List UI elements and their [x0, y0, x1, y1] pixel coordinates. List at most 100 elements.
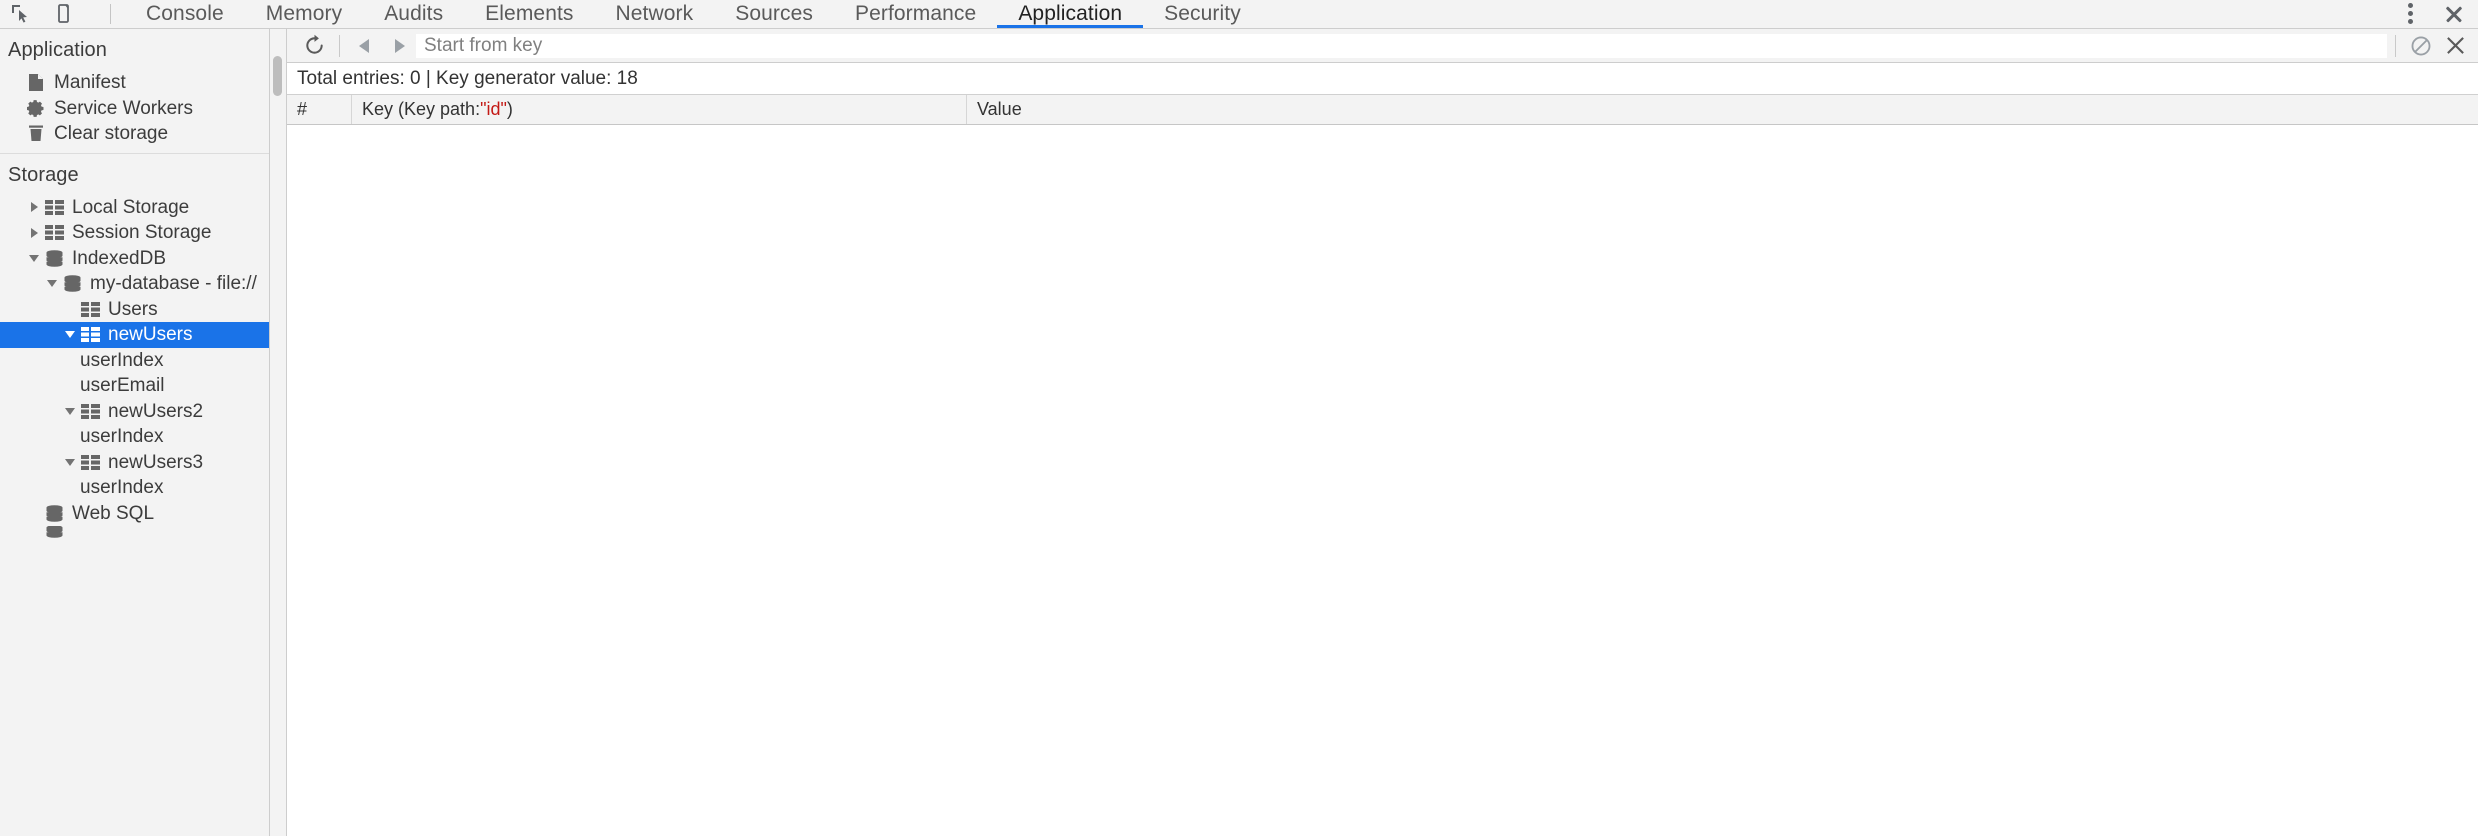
- more-options-icon[interactable]: [2405, 0, 2416, 27]
- device-toolbar-icon[interactable]: [52, 1, 78, 27]
- manifest-document-icon: [26, 74, 46, 92]
- gear-icon: [26, 99, 46, 117]
- chevron-down-icon[interactable]: [44, 276, 60, 292]
- column-header-key-prefix: Key (Key path:: [362, 99, 481, 119]
- twisty-placeholder: [62, 480, 78, 496]
- database-icon: [62, 275, 82, 293]
- sidebar-item-label: Service Workers: [54, 97, 194, 119]
- chevron-down-icon[interactable]: [62, 327, 78, 343]
- tab-performance[interactable]: Performance: [834, 0, 997, 28]
- sidebar-item-label: my-database - file://: [90, 273, 257, 295]
- table-icon: [80, 326, 100, 344]
- tab-application[interactable]: Application: [997, 0, 1144, 28]
- twisty-placeholder: [26, 526, 42, 540]
- table-icon: [80, 300, 100, 318]
- twisty-placeholder: [62, 378, 78, 394]
- sidebar-item-label: Web SQL: [72, 502, 155, 524]
- indexeddb-data-view: Total entries: 0 | Key generator value: …: [287, 29, 2478, 836]
- devtools-body: Application Manifest Service Workers Cle…: [0, 29, 2478, 836]
- twisty-placeholder: [62, 352, 78, 368]
- chevron-right-icon[interactable]: [26, 225, 42, 241]
- sidebar-item-label: newUsers: [108, 324, 193, 346]
- column-header-key-path: "id": [480, 99, 507, 119]
- sidebar-item-objectstore-users[interactable]: Users: [0, 297, 269, 323]
- column-header-value[interactable]: Value: [967, 95, 2478, 124]
- delete-selected-icon[interactable]: [2438, 31, 2472, 61]
- sidebar-item-index-userindex[interactable]: userIndex: [0, 348, 269, 374]
- column-header-key-suffix: ): [506, 99, 513, 119]
- sidebar-item-web-sql[interactable]: Web SQL: [0, 501, 269, 527]
- tab-memory[interactable]: Memory: [245, 0, 363, 28]
- tab-audits[interactable]: Audits: [363, 0, 464, 28]
- chevron-down-icon[interactable]: [26, 250, 42, 266]
- sidebar-item-label: userIndex: [80, 426, 164, 448]
- table-icon: [44, 198, 64, 216]
- column-header-key[interactable]: Key (Key path: "id"): [352, 95, 967, 124]
- tab-security[interactable]: Security: [1143, 0, 1262, 28]
- sidebar-resizer[interactable]: [270, 29, 287, 836]
- tabbar-divider: [110, 4, 111, 24]
- refresh-icon[interactable]: [297, 31, 331, 61]
- sidebar-item-label: Manifest: [54, 72, 126, 94]
- sidebar-item-label: userIndex: [80, 477, 164, 499]
- sidebar-item-objectstore-newusers2[interactable]: newUsers2: [0, 399, 269, 425]
- chevron-down-icon[interactable]: [62, 403, 78, 419]
- tab-console[interactable]: Console: [125, 0, 245, 28]
- sidebar-item-my-database[interactable]: my-database - file://: [0, 271, 269, 297]
- scrollbar-thumb[interactable]: [273, 56, 282, 96]
- tabbar-right-icons: [2405, 0, 2478, 28]
- toolbar-divider: [2395, 34, 2396, 57]
- sidebar-item-label: userEmail: [80, 375, 165, 397]
- prev-page-icon[interactable]: [348, 31, 382, 61]
- sidebar-section-application-title: Application: [8, 39, 107, 61]
- chevron-right-icon[interactable]: [26, 199, 42, 215]
- sidebar-item-index-useremail[interactable]: userEmail: [0, 373, 269, 399]
- data-grid-body: [287, 125, 2478, 836]
- tab-sources[interactable]: Sources: [714, 0, 834, 28]
- indexeddb-toolbar: [287, 29, 2478, 63]
- twisty-placeholder: [26, 505, 42, 521]
- database-icon: [44, 249, 64, 267]
- twisty-placeholder: [62, 301, 78, 317]
- panel-tabs: Console Memory Audits Elements Network S…: [125, 0, 2405, 28]
- sidebar-item-service-workers[interactable]: Service Workers: [0, 96, 269, 122]
- sidebar-item-label: Session Storage: [72, 222, 212, 244]
- sidebar-item-label: newUsers2: [108, 400, 204, 422]
- table-icon: [80, 402, 100, 420]
- sidebar-item-index-userindex[interactable]: userIndex: [0, 424, 269, 450]
- table-icon: [80, 453, 100, 471]
- devtools-tabbar: Console Memory Audits Elements Network S…: [0, 0, 2478, 29]
- data-grid-header: # Key (Key path: "id") Value: [287, 95, 2478, 125]
- sidebar-item-manifest[interactable]: Manifest: [0, 70, 269, 96]
- toolbar-divider: [339, 34, 340, 57]
- sidebar-item-label: newUsers3: [108, 451, 204, 473]
- sidebar-item-clear-storage[interactable]: Clear storage: [0, 121, 269, 147]
- database-icon: [44, 504, 64, 522]
- sidebar-item-label: IndexedDB: [72, 247, 167, 269]
- tab-network[interactable]: Network: [595, 0, 715, 28]
- sidebar-item-local-storage[interactable]: Local Storage: [0, 195, 269, 221]
- sidebar-item-label: Clear storage: [54, 123, 169, 145]
- sidebar-item-session-storage[interactable]: Session Storage: [0, 220, 269, 246]
- twisty-placeholder: [62, 429, 78, 445]
- sidebar-item-indexeddb[interactable]: IndexedDB: [0, 246, 269, 272]
- chevron-down-icon[interactable]: [62, 454, 78, 470]
- inspect-element-icon[interactable]: [8, 1, 34, 27]
- next-page-icon[interactable]: [382, 31, 416, 61]
- database-icon: [44, 526, 64, 540]
- clear-object-store-icon[interactable]: [2404, 31, 2438, 61]
- start-from-key-input[interactable]: [416, 33, 2387, 58]
- sidebar-item-objectstore-newusers3[interactable]: newUsers3: [0, 450, 269, 476]
- close-icon[interactable]: [2442, 2, 2466, 26]
- sidebar-item-label: Users: [108, 298, 158, 320]
- tabbar-left-icons: [0, 0, 125, 28]
- sidebar-section-storage-title: Storage: [8, 163, 79, 186]
- sidebar-item-label: userIndex: [80, 349, 164, 371]
- sidebar-item-partial[interactable]: [0, 526, 269, 540]
- application-sidebar: Application Manifest Service Workers Cle…: [0, 29, 270, 836]
- sidebar-item-label: Local Storage: [72, 196, 190, 218]
- sidebar-item-objectstore-newusers[interactable]: newUsers: [0, 322, 269, 348]
- column-header-index[interactable]: #: [287, 95, 352, 124]
- sidebar-item-index-userindex[interactable]: userIndex: [0, 475, 269, 501]
- tab-elements[interactable]: Elements: [464, 0, 594, 28]
